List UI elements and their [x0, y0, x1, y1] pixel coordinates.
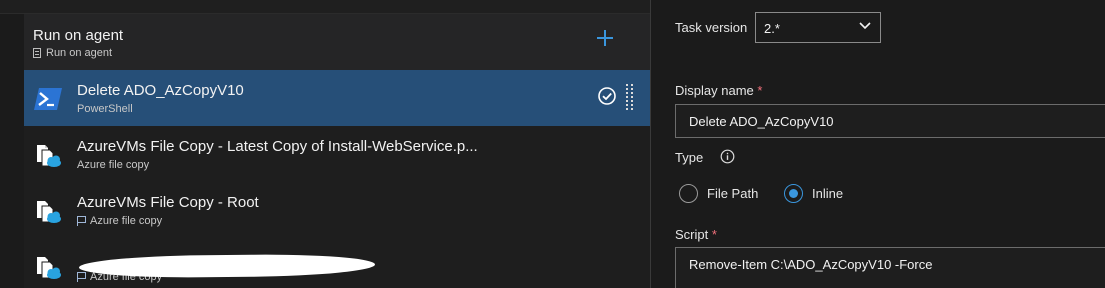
- agent-job-subtitle: Run on agent: [33, 47, 112, 59]
- radio-label-inline: Inline: [812, 186, 844, 201]
- radio-circle: [679, 184, 698, 203]
- task-version-select[interactable]: 2.*: [755, 12, 881, 43]
- task-type: PowerShell: [77, 103, 133, 115]
- task-row-delete-ado-azcopyv10[interactable]: Delete ADO_AzCopyV10 PowerShell: [24, 70, 650, 126]
- type-label: Type: [675, 150, 704, 165]
- display-name-label: Display name *: [675, 83, 762, 98]
- display-name-label-text: Display name: [675, 83, 754, 98]
- task-name: AzureVMs File Copy - Root: [77, 194, 259, 211]
- radio-circle: [784, 184, 803, 203]
- drag-handle-icon[interactable]: [626, 84, 634, 112]
- plus-icon: [597, 30, 613, 46]
- flag-icon: [77, 216, 86, 226]
- task-row-azurevms-file-copy-latest[interactable]: AzureVMs File Copy - Latest Copy of Inst…: [24, 126, 650, 182]
- task-subtitle: PowerShell: [77, 103, 133, 115]
- required-marker: *: [757, 83, 763, 98]
- add-task-button[interactable]: [594, 28, 616, 50]
- task-type: Azure file copy: [77, 159, 150, 171]
- server-icon: [33, 48, 41, 58]
- task-version-label: Task version: [675, 20, 748, 35]
- type-radio-inline[interactable]: Inline: [784, 184, 843, 203]
- azure-file-copy-icon: [37, 201, 61, 223]
- display-name-field[interactable]: Delete ADO_AzCopyV10: [675, 104, 1105, 138]
- display-name-value: Delete ADO_AzCopyV10: [689, 114, 834, 129]
- chevron-down-icon: [859, 22, 871, 30]
- azure-file-copy-icon: [37, 145, 61, 167]
- script-label-text: Script: [675, 227, 709, 242]
- task-subtitle: Azure file copy: [77, 159, 149, 171]
- script-content: Remove-Item C:\ADO_AzCopyV10 -Force: [689, 257, 933, 272]
- task-list-panel: Run on agent Run on agent Delete ADO_AzC…: [24, 14, 650, 288]
- agent-job-subtitle-text: Run on agent: [46, 47, 113, 59]
- check-circle-icon[interactable]: [597, 86, 617, 106]
- task-row-azurevms-file-copy-root[interactable]: AzureVMs File Copy - Root Azure file cop…: [24, 182, 650, 238]
- task-version-value: 2.*: [764, 21, 780, 36]
- azure-file-copy-icon: [37, 257, 61, 279]
- script-label: Script *: [675, 227, 717, 242]
- info-icon[interactable]: [720, 149, 735, 164]
- task-details-panel: Task version 2.* Display name * Delete A…: [651, 0, 1105, 288]
- agent-job-header[interactable]: Run on agent Run on agent: [24, 14, 650, 70]
- radio-label-file-path: File Path: [707, 186, 759, 201]
- script-editor[interactable]: Remove-Item C:\ADO_AzCopyV10 -Force: [675, 247, 1105, 288]
- task-subtitle: Azure file copy: [77, 215, 162, 227]
- task-type: Azure file copy: [90, 215, 163, 227]
- toolbar-strip: [0, 0, 650, 14]
- flag-icon: [77, 272, 86, 282]
- powershell-icon: [34, 88, 62, 110]
- required-marker: *: [711, 227, 717, 242]
- agent-job-title: Run on agent: [33, 27, 124, 44]
- type-radio-file-path[interactable]: File Path: [679, 184, 758, 203]
- task-name: AzureVMs File Copy - Latest Copy of Inst…: [77, 138, 478, 155]
- task-name: Delete ADO_AzCopyV10: [77, 82, 244, 99]
